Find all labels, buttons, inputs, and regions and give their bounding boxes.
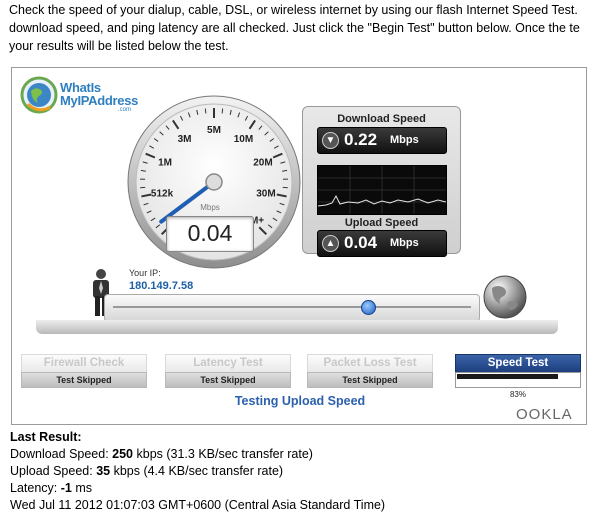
ookla-logo[interactable]: OOKLA [516, 406, 573, 423]
download-arrow-icon: ▼ [322, 132, 339, 149]
gauge-tick-label: 5M [207, 125, 221, 136]
progress-dot [361, 300, 376, 315]
tab-title: Latency Test [165, 354, 291, 372]
intro-line: Check the speed of your dialup, cable, D… [9, 1, 600, 19]
current-speed-value: 0.04 [167, 220, 253, 247]
globe-icon [482, 274, 528, 320]
tab-title: Packet Loss Test [307, 354, 433, 372]
last-result-heading: Last Result: [10, 429, 385, 446]
last-download-result: Download Speed: 250 kbps (31.3 KB/sec tr… [10, 446, 385, 463]
download-speed-unit: Mbps [390, 134, 419, 146]
last-upload-result: Upload Speed: 35 kbps (4.4 KB/sec transf… [10, 463, 385, 480]
globe-logo-icon [20, 76, 58, 114]
upload-speed-unit: Mbps [390, 237, 419, 249]
gauge-tick-label: 1M [158, 158, 172, 169]
intro-line: download speed, and ping latency are all… [9, 19, 600, 37]
your-ip-label: Your IP: [129, 268, 161, 278]
track-line [113, 306, 471, 308]
download-speed-readout: ▼ 0.22 Mbps [317, 127, 447, 154]
gauge-unit: Mbps [167, 203, 253, 212]
intro-text: Check the speed of your dialup, cable, D… [9, 1, 600, 55]
intro-line: your results will be listed below the te… [9, 37, 600, 55]
progress-fill [457, 374, 558, 379]
tab-firewall-check[interactable]: Firewall Check Test Skipped [21, 354, 147, 388]
tab-packet-loss-test[interactable]: Packet Loss Test Test Skipped [307, 354, 433, 388]
download-speed-label: Download Speed [303, 113, 460, 125]
gauge-tick-label: 20M [253, 158, 272, 169]
connection-track [104, 294, 480, 322]
upload-speed-value: 0.04 [344, 233, 377, 253]
last-result-timestamp: Wed Jul 11 2012 01:07:03 GMT+0600 (Centr… [10, 497, 385, 514]
test-tabs: Firewall Check Test Skipped Latency Test… [21, 354, 581, 388]
your-ip-value: 180.149.7.58 [129, 280, 193, 292]
current-speed-display: Mbps 0.04 [166, 216, 254, 252]
upload-arrow-icon: ▲ [322, 235, 339, 252]
gauge-tick-label: 512k [151, 188, 174, 199]
upload-speed-label: Upload Speed [303, 217, 460, 229]
tab-speed-test[interactable]: Speed Test 83% [455, 354, 581, 388]
test-status-text: Testing Upload Speed [12, 394, 588, 408]
speed-results-box: Download Speed ▼ 0.22 Mbps Upload Speed … [302, 106, 461, 254]
upload-speed-readout: ▲ 0.04 Mbps [317, 230, 447, 257]
speed-history-graph [317, 165, 447, 215]
tab-latency-test[interactable]: Latency Test Test Skipped [165, 354, 291, 388]
last-latency-result: Latency: -1 ms [10, 480, 385, 497]
speed-test-panel[interactable]: WhatIs MyIPAddress .com 0512k1M3M5M10M20… [11, 67, 587, 425]
gauge-minor-tick [205, 109, 206, 114]
speed-test-progress-bar [455, 372, 581, 388]
needle-hub [206, 174, 222, 190]
download-speed-value: 0.22 [344, 130, 377, 150]
gauge-tick-label: 30M [256, 188, 275, 199]
last-result: Last Result: Download Speed: 250 kbps (3… [10, 429, 385, 514]
gauge-minor-tick [222, 109, 223, 114]
tab-title: Speed Test [455, 354, 581, 372]
tab-status: Test Skipped [21, 372, 147, 388]
tab-status: Test Skipped [307, 372, 433, 388]
gauge-tick-label: 3M [178, 134, 192, 145]
gauge-tick-label: 10M [234, 134, 253, 145]
tab-status: Test Skipped [165, 372, 291, 388]
track-base [36, 320, 558, 334]
tab-title: Firewall Check [21, 354, 147, 372]
